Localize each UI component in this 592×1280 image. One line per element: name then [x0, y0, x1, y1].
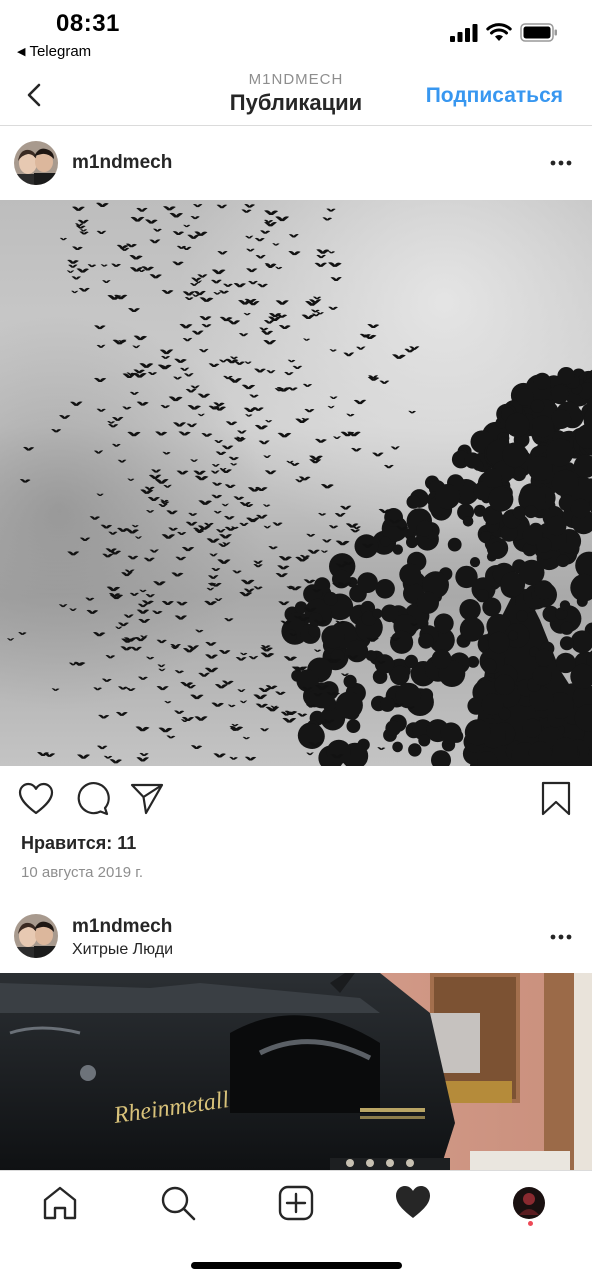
- avatar[interactable]: [14, 141, 58, 185]
- post-header: m1ndmech: [0, 126, 592, 200]
- post-actions: [0, 778, 592, 822]
- post-date: 10 августа 2019 г.: [21, 864, 144, 881]
- signal-icon: [450, 23, 478, 42]
- post-username[interactable]: m1ndmech: [72, 916, 172, 938]
- status-icons: [450, 23, 558, 42]
- comment-icon[interactable]: [74, 781, 110, 817]
- wifi-icon: [486, 23, 512, 41]
- post-header: m1ndmech Хитрые Люди: [0, 900, 592, 974]
- share-icon[interactable]: [129, 782, 165, 816]
- post-location[interactable]: Хитрые Люди: [72, 941, 173, 959]
- status-bar: 08:31 ◀ Telegram: [0, 0, 592, 68]
- home-icon[interactable]: [40, 1183, 80, 1223]
- post-photo[interactable]: Rheinmetall: [0, 973, 592, 1170]
- back-app-label: Telegram: [29, 43, 92, 60]
- bookmark-icon[interactable]: [540, 781, 572, 817]
- notification-dot: [528, 1221, 533, 1226]
- back-to-app-link[interactable]: ◀ Telegram: [17, 43, 91, 60]
- post-photo[interactable]: [0, 200, 592, 766]
- status-time: 08:31: [56, 10, 120, 37]
- avatar[interactable]: [14, 914, 58, 958]
- battery-icon: [520, 23, 557, 42]
- nav-header: M1NDMECH Публикации Подписаться: [0, 68, 592, 126]
- typewriter-photo: Rheinmetall: [0, 973, 592, 1170]
- more-options-icon[interactable]: [550, 934, 572, 940]
- likes-count[interactable]: Нравится: 11: [21, 833, 136, 854]
- post-username[interactable]: m1ndmech: [72, 152, 172, 174]
- birds-and-tree-photo: [0, 200, 592, 766]
- home-indicator[interactable]: [191, 1262, 402, 1269]
- back-triangle-icon: ◀: [17, 46, 26, 58]
- profile-avatar[interactable]: [511, 1185, 547, 1221]
- new-post-icon[interactable]: [276, 1183, 316, 1223]
- activity-heart-icon[interactable]: [393, 1183, 433, 1223]
- more-options-icon[interactable]: [550, 160, 572, 166]
- follow-button[interactable]: Подписаться: [426, 84, 563, 108]
- search-icon[interactable]: [158, 1183, 198, 1223]
- like-heart-icon[interactable]: [18, 782, 54, 816]
